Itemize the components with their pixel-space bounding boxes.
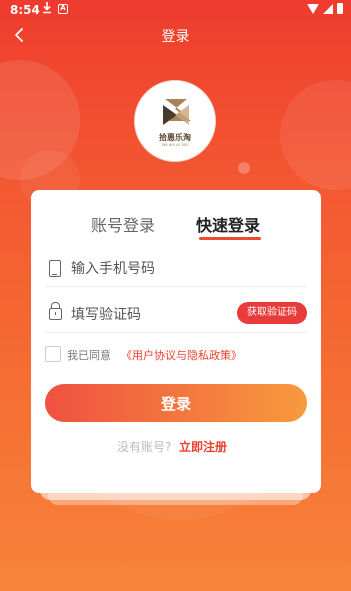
divider: [45, 286, 307, 287]
lock-icon: [49, 302, 62, 320]
register-link[interactable]: 立即注册: [179, 438, 227, 455]
phone-input[interactable]: [71, 258, 301, 280]
app-logo: 拾惠乐淘 SHI HUI LE TAO: [134, 80, 216, 162]
verification-code-input[interactable]: [71, 304, 231, 326]
no-account-text: 没有账号?: [117, 440, 172, 454]
get-code-button[interactable]: 获取验证码: [237, 302, 307, 324]
notification-a-icon: A: [58, 4, 68, 14]
tab-account-login[interactable]: 账号登录: [91, 212, 155, 236]
wifi-icon: [307, 3, 319, 14]
agree-text: 我已同意: [67, 349, 111, 362]
active-tab-indicator: [199, 237, 261, 240]
status-time: 8:54: [10, 3, 40, 17]
download-icon: [42, 2, 52, 17]
status-icons: [307, 3, 343, 14]
page-title: 登录: [161, 29, 190, 45]
login-card: 账号登录 快速登录 获取验证码 我已同意 《用户协议与隐私政策》 登录 没有账号…: [31, 190, 321, 493]
signal-icon: [323, 3, 333, 14]
logo-name: 拾惠乐淘: [159, 133, 191, 142]
login-screen: 8:54 A 登录 拾惠乐淘 SHI HUI LE TAO 账号登录 快速登录: [0, 0, 351, 591]
decor-bubble: [280, 80, 351, 190]
tab-quick-login[interactable]: 快速登录: [196, 212, 260, 236]
decor-dot: [238, 162, 250, 174]
agree-checkbox[interactable]: [45, 346, 61, 362]
divider: [45, 332, 307, 333]
agreement-link[interactable]: 《用户协议与隐私政策》: [121, 347, 242, 363]
title-bar: 登录: [0, 20, 351, 50]
battery-icon: [337, 3, 343, 14]
status-bar: 8:54 A: [0, 0, 351, 20]
login-button[interactable]: 登录: [45, 384, 307, 422]
logo-subtitle: SHI HUI LE TAO: [161, 143, 189, 147]
logo-mark-icon: [163, 99, 191, 125]
phone-icon: [49, 260, 61, 277]
